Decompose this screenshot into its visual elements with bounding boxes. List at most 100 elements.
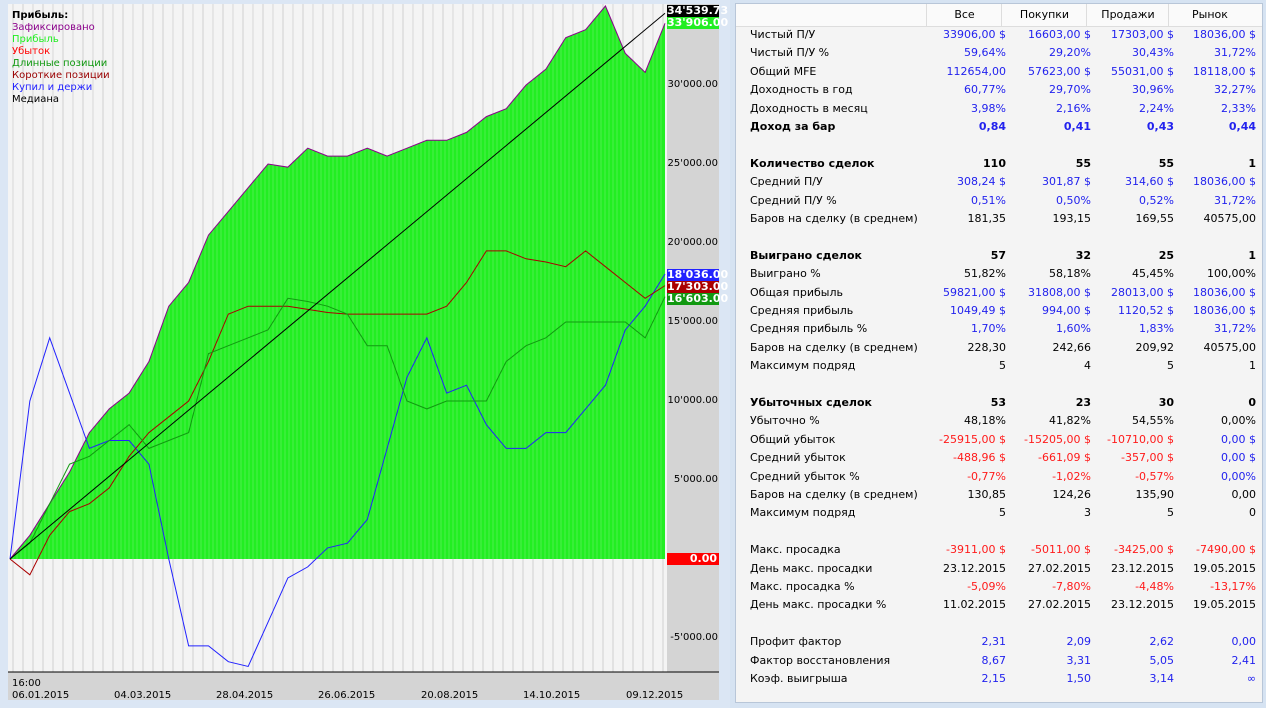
zero-value-label: 0.00 [667, 553, 719, 565]
row-value: -661,09 $ [1038, 451, 1091, 465]
row-label: День макс. просадки % [750, 598, 887, 612]
row-value: 1,60% [1056, 322, 1091, 336]
table-row: День макс. просадки 23.12.2015 27.02.2015 2… [736, 560, 1262, 578]
row-label: Максимум подряд [750, 359, 856, 373]
row-value: 3,98% [971, 101, 1006, 115]
table-row: Выиграно сделок 57 32 25 1 [736, 247, 1262, 265]
row-value: 2,31 [981, 635, 1007, 649]
row-label: Баров на сделку (в среднем) [750, 212, 918, 225]
legend-item: Зафиксировано [12, 22, 95, 33]
row-label: Убыточно % [750, 414, 820, 428]
row-value: 3 [1084, 506, 1091, 520]
row-label: Выиграно сделок [750, 248, 863, 262]
row-value: 5 [999, 359, 1006, 373]
row-value: 41,82% [1049, 414, 1091, 428]
table-row: День макс. просадки % 11.02.2015 27.02.201… [736, 596, 1262, 614]
row-value: 242,66 [1052, 340, 1092, 354]
price-axis-background [667, 4, 719, 672]
row-label: Средний П/У % [750, 193, 837, 207]
legend-title: Прибыль: [12, 10, 69, 21]
legend-item: Прибыль [12, 34, 59, 45]
row-value: 209,92 [1135, 340, 1175, 354]
row-value: 2,33% [1221, 101, 1256, 115]
row-value: 1,70% [971, 322, 1006, 336]
row-label: Общий MFE [750, 64, 817, 78]
table-row: Макс. просадка -3911,00 $ -5011,00 $ -3425,… [736, 541, 1262, 559]
row-value: -5,09% [967, 580, 1006, 593]
row-value: 100,00% [1207, 267, 1256, 281]
row-value: -3911,00 $ [946, 543, 1006, 557]
row-label: Чистый П/У [750, 28, 816, 41]
row-value: 29,70% [1049, 83, 1091, 97]
row-value: 1120,52 $ [1118, 304, 1174, 317]
row-label: Общая прибыль [750, 285, 843, 299]
profit-value-label: 33'906.00 [667, 16, 729, 29]
row-value: 0,41 [1063, 120, 1091, 133]
row-label: Количество сделок [750, 156, 875, 170]
row-value: 31808,00 $ [1028, 285, 1091, 299]
row-value: 60,77% [964, 83, 1006, 97]
row-value: 5 [1167, 506, 1174, 520]
row-value: 3,14 [1149, 672, 1175, 685]
row-value: 58,18% [1049, 267, 1091, 281]
row-value: 32,27% [1214, 83, 1256, 97]
row-value: 18036,00 $ [1193, 304, 1256, 317]
row-label: Профит фактор [750, 635, 842, 649]
row-value: 0,00 [1231, 635, 1257, 649]
legend-item: Короткие позиции [12, 70, 110, 81]
row-value: 40575,00 [1203, 340, 1257, 354]
row-value: -0,77% [967, 469, 1006, 483]
row-value: 0,00% [1221, 469, 1256, 483]
table-row: Доход за бар 0,84 0,41 0,43 0,44 [736, 118, 1262, 136]
row-value: 0 [1249, 506, 1256, 520]
y-tick-label: 5'000.00 [673, 474, 718, 485]
column-all[interactable]: Все [926, 4, 1002, 26]
row-value: -357,00 $ [1121, 451, 1174, 465]
row-value: 27.02.2015 [1028, 598, 1091, 612]
row-value: 2,09 [1066, 635, 1092, 649]
table-row: Макс. просадка % -5,09% -7,80% -4,48% -13,17… [736, 578, 1262, 596]
row-value: 27.02.2015 [1028, 561, 1091, 575]
table-row: Средний убыток -488,96 $ -661,09 $ -357,00 … [736, 449, 1262, 467]
row-value: 48,18% [964, 414, 1006, 428]
row-value: 18036,00 $ [1193, 28, 1256, 41]
row-value: 0,51% [971, 193, 1006, 207]
x-tick-label: 28.04.2015 [216, 690, 274, 701]
table-row: Количество сделок 110 55 55 1 [736, 155, 1262, 173]
row-value: 169,55 [1135, 212, 1175, 225]
row-value: 30,43% [1132, 46, 1174, 60]
table-row: Средняя прибыль 1049,49 $ 994,00 $ 1120,52 … [736, 302, 1262, 320]
row-value: -7,80% [1052, 580, 1091, 593]
table-row: Чистый П/У % 59,64% 29,20% 30,43% 31,72% [736, 44, 1262, 62]
row-value: 59,64% [964, 46, 1006, 60]
row-value: 301,87 $ [1042, 175, 1091, 189]
table-row: Общий убыток -25915,00 $ -15205,00 $ -10710… [736, 431, 1262, 449]
row-value: 1049,49 $ [950, 304, 1006, 317]
row-value: 55 [1158, 156, 1174, 170]
row-value: 994,00 $ [1042, 304, 1091, 317]
row-value: 0,43 [1146, 120, 1174, 133]
row-value: -13,17% [1210, 580, 1256, 593]
row-value: -25915,00 $ [939, 432, 1006, 446]
table-row: Общая прибыль 59821,00 $ 31808,00 $ 28013,0… [736, 284, 1262, 302]
column-market[interactable]: Рынок [1168, 4, 1251, 26]
row-label: Общий убыток [750, 432, 836, 446]
row-value: 30,96% [1132, 83, 1174, 97]
y-tick-label: 10'000.00 [667, 395, 718, 406]
row-label: Фактор восстановления [750, 653, 891, 667]
x-tick-label: 04.03.2015 [114, 690, 172, 701]
row-value: 2,24% [1139, 101, 1174, 115]
row-label: Доходность в год [750, 83, 853, 97]
x-tick-label: 26.06.2015 [318, 690, 376, 701]
row-label: Доход за бар [750, 120, 836, 133]
equity-chart[interactable] [8, 4, 722, 704]
column-buys[interactable]: Покупки [1001, 4, 1087, 26]
row-value: 28013,00 $ [1111, 285, 1174, 299]
y-tick-label: -5'000.00 [670, 632, 718, 643]
column-sells[interactable]: Продажи [1086, 4, 1169, 26]
row-value: 0,00 $ [1221, 432, 1256, 446]
row-value: 110 [983, 156, 1006, 170]
row-value: -10710,00 $ [1107, 432, 1174, 446]
row-value: -3425,00 $ [1114, 543, 1174, 557]
row-value: 0,00 $ [1221, 451, 1256, 465]
